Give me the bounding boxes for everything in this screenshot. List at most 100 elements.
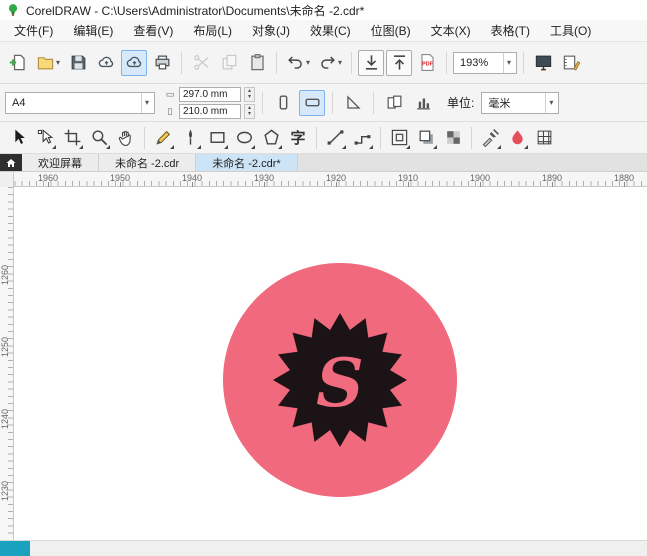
status-bar — [0, 540, 647, 556]
pdf-icon — [418, 53, 437, 72]
eyedropper-tool[interactable] — [477, 125, 503, 151]
new-document-button[interactable] — [5, 50, 31, 76]
undo-button[interactable]: ▾ — [283, 50, 313, 76]
dropdown-caret-icon: ▾ — [306, 58, 311, 67]
page-size-preset-combobox[interactable]: A4 ▾ — [5, 91, 155, 114]
menu-effects[interactable]: 效果(C) — [300, 19, 361, 42]
menu-tools[interactable]: 工具(O) — [540, 19, 601, 42]
propbar-separator — [262, 91, 263, 114]
mesh-grid-icon — [535, 128, 554, 147]
polygon-tool[interactable] — [258, 125, 284, 151]
menu-text[interactable]: 文本(X) — [421, 19, 481, 42]
print-button[interactable] — [149, 50, 175, 76]
ruler-label: 1230 — [0, 481, 10, 502]
new-document-icon — [9, 53, 28, 72]
tab-untitled-2[interactable]: 未命名 -2.cdr — [99, 154, 197, 171]
interactive-fill-tool[interactable] — [504, 125, 530, 151]
page-height-input[interactable]: 210.0 mm — [179, 103, 241, 119]
home-tab-button[interactable] — [0, 154, 22, 171]
document-tabbar: 欢迎屏幕 未命名 -2.cdr 未命名 -2.cdr* — [0, 154, 647, 172]
import-button[interactable] — [358, 49, 385, 76]
contour-icon — [390, 128, 409, 147]
document-navigator-button[interactable] — [0, 541, 30, 556]
titlebar: CorelDRAW - C:\Users\Administrator\Docum… — [0, 0, 647, 20]
crop-tool[interactable] — [59, 125, 85, 151]
pan-tool[interactable] — [113, 125, 139, 151]
menu-file[interactable]: 文件(F) — [4, 19, 63, 42]
full-screen-preview-button[interactable] — [530, 50, 556, 76]
ruler-label: 1940 — [181, 173, 203, 188]
show-rulers-button[interactable] — [558, 50, 584, 76]
ruler-pencil-icon — [562, 53, 581, 72]
page-height-spinner[interactable]: ▴ ▾ — [244, 103, 255, 119]
freehand-tool[interactable] — [150, 125, 176, 151]
menu-edit[interactable]: 编辑(E) — [63, 19, 123, 42]
horizontal-ruler[interactable]: 1960 1950 1940 1930 1920 1910 1900 1890 … — [0, 172, 647, 188]
page-width-icon: ▭ — [165, 88, 175, 99]
portrait-button[interactable] — [270, 90, 296, 116]
ellipse-tool[interactable] — [231, 125, 257, 151]
tab-welcome-screen[interactable]: 欢迎屏幕 — [22, 154, 99, 171]
open-from-cloud-button[interactable] — [121, 49, 148, 76]
toolbox-separator — [144, 126, 145, 149]
publish-to-pdf-button[interactable] — [414, 50, 440, 76]
triangle-ruler-icon — [344, 93, 363, 112]
cut-button[interactable] — [188, 50, 214, 76]
drawing-canvas[interactable]: S — [14, 187, 647, 540]
ellipse-icon — [235, 128, 254, 147]
line-icon — [326, 128, 345, 147]
menu-object[interactable]: 对象(J) — [242, 19, 300, 42]
connector-tool[interactable] — [349, 125, 375, 151]
menu-view[interactable]: 查看(V) — [123, 19, 183, 42]
shape-cursor-icon — [36, 128, 55, 147]
export-button[interactable] — [386, 49, 413, 76]
vertical-ruler[interactable]: 1260 1250 1240 1230 — [0, 187, 14, 540]
line-tool[interactable] — [322, 125, 348, 151]
drop-shadow-tool[interactable] — [413, 125, 439, 151]
pick-tool[interactable] — [5, 125, 31, 151]
units-label: 单位: — [447, 96, 475, 110]
monitor-icon — [534, 53, 553, 72]
transparency-tool[interactable] — [440, 125, 466, 151]
zoom-tool[interactable] — [86, 125, 112, 151]
toolbox: 字 — [0, 122, 647, 154]
save-button[interactable] — [65, 50, 91, 76]
page-sorter-button[interactable] — [410, 90, 436, 116]
dropdown-caret-icon: ▾ — [503, 52, 514, 73]
shape-tool[interactable] — [32, 125, 58, 151]
pen-tool[interactable] — [177, 125, 203, 151]
toolbox-separator — [380, 126, 381, 149]
save-floppy-icon — [69, 53, 88, 72]
home-icon — [5, 157, 17, 169]
paste-button[interactable] — [244, 50, 270, 76]
contour-tool[interactable] — [386, 125, 412, 151]
toolbox-separator — [471, 126, 472, 149]
save-to-cloud-button[interactable] — [93, 50, 119, 76]
copy-button[interactable] — [216, 50, 242, 76]
ruler-label: 1910 — [397, 173, 419, 188]
landscape-page-icon — [303, 93, 322, 112]
redo-button[interactable]: ▾ — [315, 50, 345, 76]
drawing-scale-button[interactable] — [340, 90, 366, 116]
dropdown-caret-icon: ▾ — [338, 58, 343, 67]
landscape-button[interactable] — [299, 89, 325, 116]
toolbar-separator — [523, 51, 525, 74]
toolbox-separator — [316, 126, 317, 149]
rectangle-tool[interactable] — [204, 125, 230, 151]
open-button[interactable]: ▾ — [33, 50, 63, 76]
units-combobox[interactable]: 毫米 ▾ — [481, 91, 560, 114]
text-tool[interactable]: 字 — [285, 125, 311, 151]
page-width-spinner[interactable]: ▴ ▾ — [244, 86, 255, 102]
mesh-fill-tool[interactable] — [531, 125, 557, 151]
zoom-level-combobox[interactable]: 193% ▾ — [453, 51, 518, 74]
page-width-input[interactable]: 297.0 mm — [179, 86, 241, 102]
menu-bitmaps[interactable]: 位图(B) — [361, 19, 421, 42]
menu-table[interactable]: 表格(T) — [481, 19, 540, 42]
scissors-icon — [192, 53, 211, 72]
badge-letter[interactable]: S — [316, 344, 364, 422]
tab-untitled-2-modified[interactable]: 未命名 -2.cdr* — [196, 154, 298, 171]
all-pages-button[interactable] — [381, 90, 407, 116]
menubar: 文件(F) 编辑(E) 查看(V) 布局(L) 对象(J) 效果(C) 位图(B… — [0, 20, 647, 42]
dropdown-caret-icon: ▾ — [56, 58, 61, 67]
menu-layout[interactable]: 布局(L) — [183, 19, 242, 42]
